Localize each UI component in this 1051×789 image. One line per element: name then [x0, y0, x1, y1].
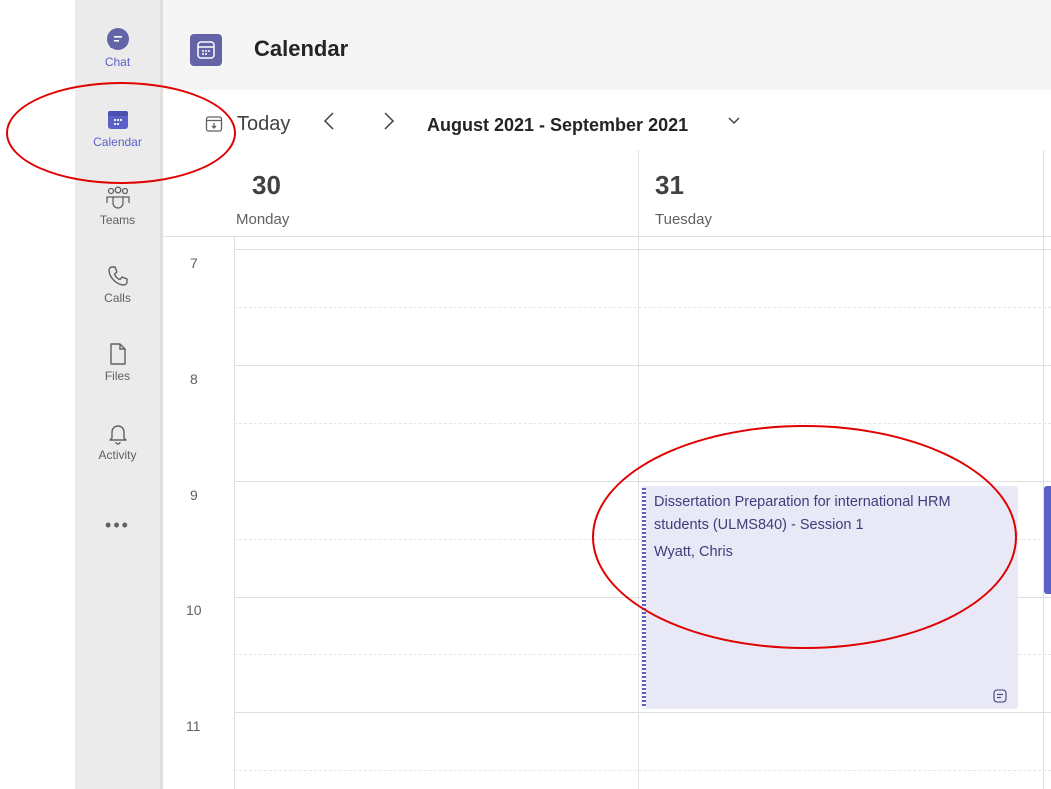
meeting-notes-icon	[993, 689, 1007, 708]
nav-files[interactable]: Files	[75, 340, 160, 383]
today-icon[interactable]	[205, 115, 223, 138]
nav-calendar[interactable]: Calendar	[75, 106, 160, 149]
next-week-button[interactable]	[382, 110, 396, 138]
nav-teams[interactable]: Teams	[75, 184, 160, 227]
teams-icon	[104, 184, 132, 212]
hour-line	[234, 365, 1051, 366]
hour-line	[234, 712, 1051, 713]
day-number[interactable]: 30	[252, 170, 281, 201]
day-name: Tuesday	[655, 211, 712, 228]
half-hour-line	[234, 307, 1051, 308]
column-divider	[1043, 150, 1044, 789]
rail-divider	[160, 0, 163, 789]
nav-calls[interactable]: Calls	[75, 262, 160, 305]
bell-icon	[104, 419, 132, 447]
prev-week-button[interactable]	[322, 110, 336, 138]
hour-label: 10	[186, 602, 202, 618]
more-apps-button[interactable]: •••	[75, 515, 160, 536]
event-title: Dissertation Preparation for internation…	[654, 494, 951, 533]
nav-activity-label: Activity	[98, 448, 137, 462]
nav-calls-label: Calls	[104, 291, 131, 305]
day-number[interactable]: 31	[655, 170, 684, 201]
column-divider	[638, 150, 639, 789]
hour-line	[234, 481, 1051, 482]
next-day-event[interactable]	[1044, 486, 1051, 594]
half-hour-line	[234, 770, 1051, 771]
file-icon	[104, 340, 132, 368]
nav-activity[interactable]: Activity	[75, 419, 160, 462]
page-title: Calendar	[254, 36, 349, 61]
date-range-label[interactable]: August 2021 - September 2021	[427, 115, 688, 136]
hour-label: 8	[190, 371, 198, 387]
column-divider	[234, 237, 235, 789]
calendar-app-icon	[190, 34, 222, 66]
hour-label: 7	[190, 255, 198, 271]
nav-chat-label: Chat	[104, 55, 131, 69]
day-name: Monday	[236, 211, 290, 228]
hour-line	[234, 249, 1051, 250]
nav-files-label: Files	[104, 369, 131, 383]
chevron-down-icon[interactable]	[726, 112, 742, 133]
event-organizer: Wyatt, Chris	[654, 544, 733, 560]
tentative-stripe	[642, 488, 646, 708]
nav-teams-label: Teams	[99, 213, 136, 227]
hour-label: 11	[186, 718, 201, 734]
today-button[interactable]: Today	[237, 113, 290, 136]
nav-chat[interactable]: Chat	[75, 26, 160, 69]
chat-icon	[104, 26, 132, 54]
calendar-icon	[104, 106, 132, 134]
day-header-row	[163, 150, 1051, 237]
half-hour-line	[234, 423, 1051, 424]
hour-label: 9	[190, 487, 198, 503]
nav-calendar-label: Calendar	[93, 135, 142, 149]
phone-icon	[104, 262, 132, 290]
